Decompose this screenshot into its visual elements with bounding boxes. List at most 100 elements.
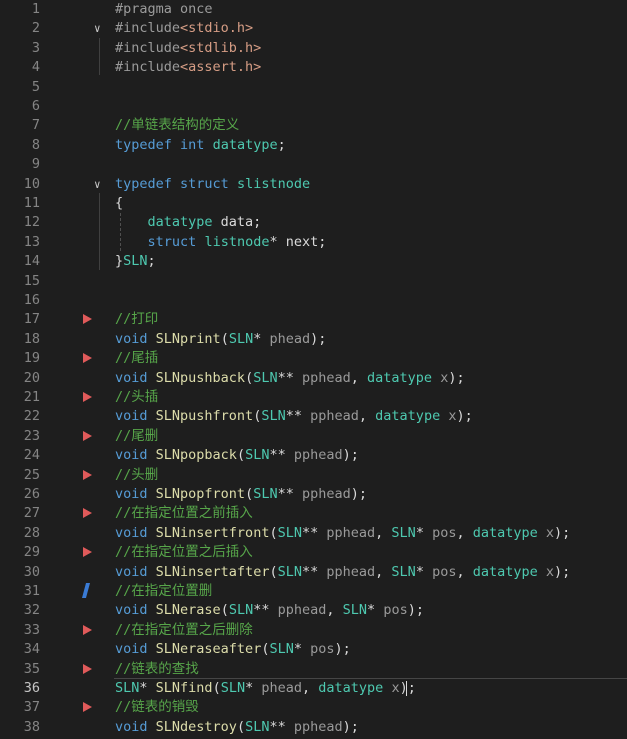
code-line[interactable]: 14}SLN; [0, 252, 627, 271]
code-line[interactable]: 20 void SLNpushback(SLN** pphead, datatyp… [0, 369, 627, 388]
code-text[interactable]: void SLNinsertafter(SLN** pphead, SLN* p… [115, 563, 570, 582]
code-line[interactable]: 37 //链表的销毁 [0, 698, 627, 717]
code-token: SLNpopback [155, 447, 237, 464]
code-line[interactable]: 12 datatype data; [0, 213, 627, 232]
bookmark-arrow-icon[interactable] [83, 508, 92, 519]
code-line[interactable]: 17 //打印 [0, 310, 627, 329]
line-number: 21 [23, 389, 40, 405]
code-editor[interactable]: 1 #pragma once 2 ∨ #include<stdio.h> 3 #includ… [0, 0, 627, 739]
code-text[interactable]: #include<assert.h> [115, 58, 261, 77]
code-line[interactable]: 15 [0, 272, 627, 291]
code-line[interactable]: 29 //在指定位置之后插入 [0, 543, 627, 562]
code-token: , [350, 369, 368, 386]
code-text[interactable]: //头删 [115, 466, 158, 485]
code-line[interactable]: 3 #include<stdlib.h> [0, 39, 627, 58]
code-token: ( [220, 330, 229, 347]
code-line[interactable]: 36 SLN* SLNfind(SLN* phead, datatype x); [0, 679, 627, 699]
code-text[interactable]: //在指定位置之后插入 [115, 543, 253, 562]
code-line[interactable]: 24 void SLNpopback(SLN** pphead); [0, 446, 627, 465]
code-line[interactable]: 31 //在指定位置删 [0, 582, 627, 601]
code-text[interactable]: //头插 [115, 388, 158, 407]
edit-marker-icon[interactable] [81, 583, 91, 598]
code-line[interactable]: 26 void SLNpopfront(SLN** pphead); [0, 485, 627, 504]
bookmark-arrow-icon[interactable] [83, 430, 92, 441]
code-text[interactable]: void SLNeraseafter(SLN* pos); [115, 640, 351, 659]
code-line[interactable]: 32 void SLNerase(SLN** pphead, SLN* pos); [0, 601, 627, 620]
code-text[interactable]: #include<stdlib.h> [115, 39, 261, 58]
code-line[interactable]: 13 struct listnode* next; [0, 233, 627, 252]
code-text[interactable]: void SLNpopfront(SLN** pphead); [115, 485, 367, 504]
code-text[interactable]: void SLNdestroy(SLN** pphead); [115, 718, 359, 737]
bookmark-arrow-icon[interactable] [83, 702, 92, 713]
code-line[interactable]: 23 //尾删 [0, 427, 627, 446]
code-line[interactable]: 18 void SLNprint(SLN* phead); [0, 330, 627, 349]
code-text[interactable]: { [115, 194, 123, 213]
bookmark-arrow-icon[interactable] [83, 469, 92, 480]
code-line[interactable]: 33 //在指定位置之后删除 [0, 621, 627, 640]
code-token: SLN [115, 680, 140, 696]
code-line[interactable]: 11 { [0, 194, 627, 213]
line-number: 8 [31, 136, 40, 153]
code-text[interactable]: //尾删 [115, 427, 158, 446]
code-line[interactable]: 2 ∨ #include<stdio.h> [0, 19, 627, 38]
code-line[interactable]: 1 #pragma once [0, 0, 627, 19]
code-line[interactable]: 19 //尾插 [0, 349, 627, 368]
code-line[interactable]: 6 [0, 97, 627, 116]
code-text[interactable]: //尾插 [115, 349, 158, 368]
bookmark-arrow-icon[interactable] [83, 547, 92, 558]
code-line[interactable]: 7 //单链表结构的定义 [0, 116, 627, 135]
code-text[interactable]: //单链表结构的定义 [115, 116, 239, 135]
code-line[interactable]: 4 #include<assert.h> [0, 58, 627, 77]
code-line[interactable]: 21 //头插 [0, 388, 627, 407]
bookmark-arrow-icon[interactable] [83, 624, 92, 635]
line-number: 5 [31, 78, 40, 95]
code-text[interactable]: void SLNpushback(SLN** pphead, datatype … [115, 369, 465, 388]
code-line[interactable]: 27 //在指定位置之前插入 [0, 504, 627, 523]
bookmark-arrow-icon[interactable] [83, 353, 92, 364]
code-text[interactable]: void SLNpopback(SLN** pphead); [115, 446, 359, 465]
code-text[interactable]: //打印 [115, 310, 158, 329]
code-text[interactable]: //在指定位置之前插入 [115, 504, 253, 523]
bookmark-arrow-icon[interactable] [83, 392, 92, 402]
code-text[interactable]: void SLNerase(SLN** pphead, SLN* pos); [115, 601, 424, 620]
code-line[interactable]: 35 //链表的查找 [0, 660, 627, 679]
code-token: #include [115, 39, 181, 56]
fold-chevron-icon[interactable]: ∨ [94, 19, 104, 38]
code-token: ( [245, 486, 254, 502]
code-text[interactable]: typedef struct slistnode [115, 175, 310, 194]
code-token: ** [269, 718, 294, 735]
code-text[interactable]: void SLNinsertfront(SLN** pphead, SLN* p… [115, 524, 570, 543]
code-text[interactable]: #pragma once [115, 0, 213, 19]
code-line[interactable]: 5 [0, 78, 627, 97]
code-line[interactable]: 10 ∨ typedef struct slistnode [0, 175, 627, 194]
code-text[interactable]: //在指定位置之后删除 [115, 621, 253, 640]
code-line[interactable]: 8 typedef int datatype; [0, 136, 627, 155]
code-text[interactable]: void SLNpushfront(SLN** pphead, datatype… [115, 407, 473, 426]
code-line[interactable]: 38 void SLNdestroy(SLN** pphead); [0, 718, 627, 737]
code-text[interactable]: struct listnode* next; [115, 233, 327, 252]
code-text[interactable]: #include<stdio.h> [115, 19, 253, 38]
fold-chevron-icon[interactable]: ∨ [94, 175, 104, 194]
code-text[interactable]: void SLNprint(SLN* phead); [115, 330, 326, 349]
code-line[interactable]: 28 void SLNinsertfront(SLN** pphead, SLN*… [0, 524, 627, 543]
code-text[interactable]: //在指定位置删 [115, 582, 212, 601]
code-token: , [375, 524, 392, 541]
code-line[interactable]: 34 void SLNeraseafter(SLN* pos); [0, 640, 627, 659]
code-text[interactable]: SLN* SLNfind(SLN* phead, datatype x); [115, 679, 416, 698]
code-line[interactable]: 25 //头删 [0, 466, 627, 485]
code-text[interactable]: }SLN; [115, 252, 156, 271]
code-line[interactable]: 22 void SLNpushfront(SLN** pphead, dataty… [0, 407, 627, 426]
bookmark-arrow-icon[interactable] [83, 663, 92, 674]
code-line[interactable]: 16 [0, 291, 627, 310]
code-line[interactable]: 9 [0, 155, 627, 174]
code-text[interactable]: //链表的查找 [115, 660, 199, 679]
bookmark-arrow-icon[interactable] [83, 314, 92, 325]
code-text[interactable]: typedef int datatype; [115, 136, 286, 155]
code-token: //在指定位置之后删除 [115, 621, 253, 638]
code-text[interactable]: datatype data; [115, 213, 262, 232]
code-line[interactable]: 30 void SLNinsertafter(SLN** pphead, SLN*… [0, 563, 627, 582]
code-text[interactable]: //链表的销毁 [115, 698, 199, 717]
